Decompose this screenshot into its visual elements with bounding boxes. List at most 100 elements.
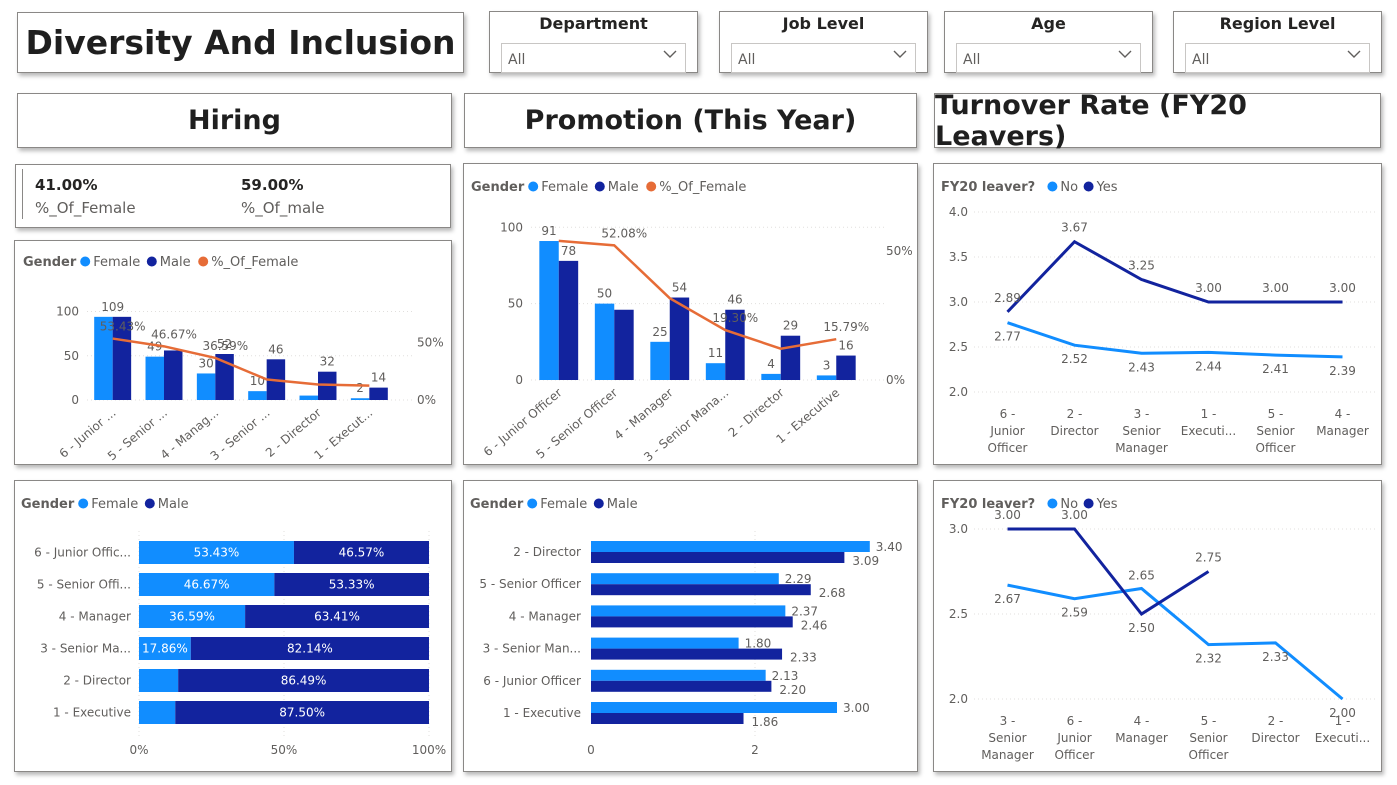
legend-item: Yes xyxy=(1096,497,1118,512)
data-label-male: 2.20 xyxy=(779,683,806,697)
legend-marker xyxy=(144,498,155,509)
data-label-female: 1.80 xyxy=(745,637,772,651)
bar-male xyxy=(591,713,744,724)
legend-marker xyxy=(146,256,157,267)
y-tick-label: 2.5 xyxy=(949,340,968,354)
x-tick-label: 5 - xyxy=(1268,407,1284,421)
y-tick-label: 5 - Senior Offi... xyxy=(37,578,131,592)
x-tick-label: Officer xyxy=(1256,441,1296,455)
chevron-down-icon xyxy=(893,50,907,58)
data-label-yes: 3.00 xyxy=(994,508,1021,522)
y-tick-label: 3.5 xyxy=(949,250,968,264)
data-label-pct: 53.43% xyxy=(100,320,146,334)
x-tick-label: Senior xyxy=(1122,424,1160,438)
data-label-male: 86.49% xyxy=(281,674,327,688)
data-label-no: 2.65 xyxy=(1128,569,1155,583)
chevron-down-icon xyxy=(1118,50,1132,58)
data-label-female: 3.40 xyxy=(876,540,903,554)
line-yes xyxy=(1006,239,1343,313)
data-label-female: 11 xyxy=(708,346,723,360)
slicer-dropdown[interactable]: All xyxy=(731,43,916,73)
turnover-line-chart-2: FY20 leaver? No Yes2.02.53.03 -SeniorManag… xyxy=(941,497,1376,762)
bar-female xyxy=(145,356,164,400)
bar-female xyxy=(591,573,779,585)
x-tick-label: Manager xyxy=(1115,731,1168,745)
section-title: Turnover Rate (FY20 Leavers) xyxy=(935,89,1247,152)
slicer-dropdown[interactable]: All xyxy=(501,43,686,73)
x-tick-label: 100% xyxy=(412,743,446,757)
bar-male xyxy=(836,355,856,380)
y-tick-label: 3 - Senior Ma... xyxy=(40,642,131,656)
slicer-department[interactable]: Department All xyxy=(489,11,698,73)
data-label-pct: 46.67% xyxy=(151,327,197,341)
line-yes xyxy=(1007,527,1210,616)
chevron-down-icon xyxy=(1347,50,1361,58)
hiring-stacked-chart-card[interactable]: Gender Female Male 0% 50% 100% 6 - Junior Offi… xyxy=(14,480,452,772)
x-tick-label: 4 - xyxy=(1134,714,1150,728)
slicer-age[interactable]: Age All xyxy=(944,11,1153,73)
data-label-female: 2 xyxy=(356,381,364,395)
bar-female xyxy=(139,669,179,692)
data-label-yes: 3.67 xyxy=(1061,221,1088,235)
promotion-hbar-chart-card[interactable]: Gender Female Male 0 2 2 - Director 3.40 3.09 5 … xyxy=(463,480,918,772)
data-label-yes: 2.50 xyxy=(1128,621,1155,635)
x-tick-label: 5 - xyxy=(1201,714,1217,728)
bar-male xyxy=(591,680,772,692)
data-label-female: 2.13 xyxy=(772,669,799,683)
x-tick-label: 3 - xyxy=(1134,407,1150,421)
slicer-label: Age xyxy=(1031,14,1066,33)
promotion-combo-chart-card[interactable]: Gender Female Male %_Of_Female 0 50 100 0% 50% 91… xyxy=(463,163,918,465)
y2-tick-label: 50% xyxy=(417,336,444,350)
x-tick-label: 2 - xyxy=(1067,407,1083,421)
bar-male xyxy=(780,335,801,380)
y2-tick-label: 0% xyxy=(417,393,436,407)
bar-male xyxy=(614,309,634,380)
data-label-male: 14 xyxy=(371,371,386,385)
data-label-female: 50 xyxy=(597,287,612,301)
legend-marker xyxy=(1083,181,1094,192)
y-tick-label: 50 xyxy=(508,297,523,311)
page-title: Diversity And Inclusion xyxy=(25,23,456,62)
data-label-male: 46.57% xyxy=(339,546,385,560)
x-tick-label: Officer xyxy=(1189,748,1229,762)
legend-marker xyxy=(80,256,91,267)
section-turnover: Turnover Rate (FY20 Leavers) xyxy=(934,90,1381,152)
x-tick-label: Junior xyxy=(989,424,1024,438)
slicer-region-level[interactable]: Region Level All xyxy=(1173,11,1382,73)
y-tick-label: 3.0 xyxy=(949,295,968,309)
legend-item: Female xyxy=(541,180,588,195)
slicer-job-level[interactable]: Job Level All xyxy=(719,11,928,73)
x-tick-label: Manager xyxy=(981,748,1034,762)
y-tick-label: 100 xyxy=(56,305,79,319)
data-label-male: 87.50% xyxy=(279,706,325,720)
x-tick-label: Executi... xyxy=(1315,731,1370,745)
slicer-dropdown[interactable]: All xyxy=(1185,43,1370,73)
slicer-label: Job Level xyxy=(782,14,865,33)
bar-female xyxy=(705,363,726,380)
x-tick-label: 6 - xyxy=(1000,407,1016,421)
slicer-dropdown[interactable]: All xyxy=(956,43,1141,73)
turnover-line-chart-card-1[interactable]: FY20 leaver? No Yes 2.0 2.5 3.0 3.5 4.0 6 - Junio… xyxy=(933,163,1382,465)
data-label-male: 78 xyxy=(561,244,576,258)
data-label-yes: 3.00 xyxy=(1262,281,1289,295)
y-tick-label: 1 - Executive xyxy=(503,706,581,720)
data-label-yes: 3.25 xyxy=(1128,259,1155,273)
legend-marker xyxy=(198,256,209,267)
legend-marker xyxy=(646,181,657,192)
legend-marker xyxy=(593,498,604,509)
bar-male xyxy=(164,350,183,400)
y-tick-label: 3 - Senior Man... xyxy=(483,642,581,656)
bar-female xyxy=(591,702,837,713)
data-label-female: 4 xyxy=(767,357,775,371)
bar-female xyxy=(196,373,216,400)
x-tick-label: 0% xyxy=(129,743,148,757)
x-tick-label: Officer xyxy=(988,441,1028,455)
legend-title: FY20 leaver? xyxy=(941,180,1035,195)
turnover-line-chart-card-2[interactable]: FY20 leaver? No Yes 2.0 2.5 3.0 3 - Senior Manag… xyxy=(933,480,1382,772)
bar-female xyxy=(350,398,370,400)
y-tick-label: 2.0 xyxy=(949,385,968,399)
hiring-combo-chart-card[interactable]: Gender Female Male %_Of_Female 0 50 100 0% 50% 10… xyxy=(14,240,452,465)
y-tick-label: 4.0 xyxy=(949,205,968,219)
legend-item: %_Of_Female xyxy=(211,255,298,270)
x-tick-label: Director xyxy=(1251,731,1299,745)
